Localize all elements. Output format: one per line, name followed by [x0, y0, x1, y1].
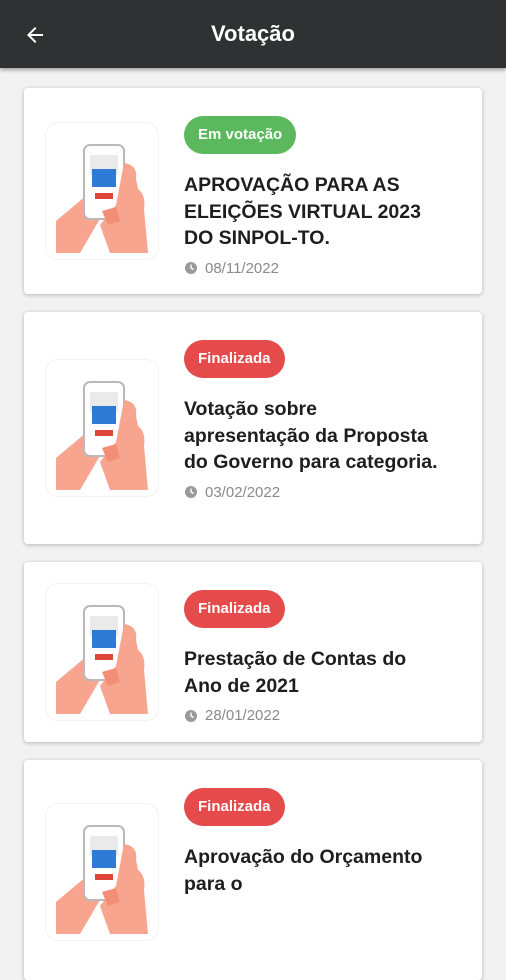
- vote-thumbnail: [46, 312, 162, 544]
- vote-card[interactable]: Finalizada Aprovação do Orçamento para o: [24, 760, 482, 980]
- vote-card[interactable]: Finalizada Prestação de Contas do Ano de…: [24, 562, 482, 742]
- clock-icon: [185, 709, 197, 722]
- clock-icon: [185, 262, 197, 274]
- status-badge: Finalizada: [184, 340, 285, 378]
- phone-vote-icon: [56, 605, 148, 714]
- arrow-left-icon: [27, 27, 43, 43]
- vote-thumbnail: [46, 88, 162, 294]
- clock-icon: [185, 486, 197, 498]
- date-label: 28/01/2022: [205, 707, 281, 724]
- vote-title: Aprovação do Orçamento para o: [184, 846, 423, 895]
- app-bar: Votação: [0, 0, 506, 68]
- status-badge: Finalizada: [184, 788, 285, 826]
- vote-date: 08/11/2022: [184, 260, 460, 277]
- vote-card[interactable]: Em votação APROVAÇÃO PARA AS ELEIÇÕES VI…: [24, 88, 482, 294]
- vote-thumbnail: [46, 562, 162, 742]
- status-badge: Em votação: [184, 116, 297, 154]
- phone-vote-icon: [56, 381, 148, 490]
- vote-title: Prestação de Contas do Ano de 2021: [184, 648, 407, 697]
- vote-title: Votação sobre apresentação da Proposta d…: [184, 398, 438, 473]
- vote-date: 28/01/2022: [184, 707, 460, 724]
- phone-vote-icon: [56, 825, 148, 934]
- vote-date: 03/02/2022: [184, 484, 460, 501]
- vote-card[interactable]: Finalizada Votação sobre apresentação da…: [24, 312, 482, 544]
- date-label: 03/02/2022: [205, 483, 281, 501]
- vote-list: Em votação APROVAÇÃO PARA AS ELEIÇÕES VI…: [0, 68, 506, 980]
- phone-vote-icon: [56, 144, 148, 253]
- back-button[interactable]: [18, 18, 52, 52]
- page-title: Votação: [211, 21, 295, 46]
- status-badge: Finalizada: [184, 590, 285, 628]
- date-label: 08/11/2022: [205, 259, 279, 277]
- vote-title: APROVAÇÃO PARA AS ELEIÇÕES VIRTUAL 2023 …: [184, 174, 421, 249]
- vote-thumbnail: [46, 760, 162, 980]
